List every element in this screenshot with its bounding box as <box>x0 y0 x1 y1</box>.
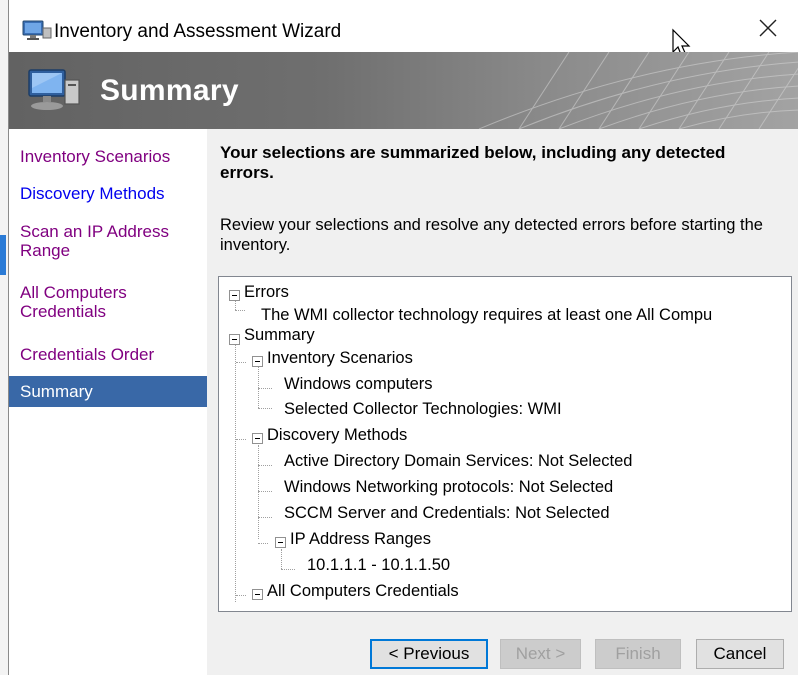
wizard-steps-sidebar: Inventory Scenarios Discovery Methods Sc… <box>9 129 207 675</box>
tree-node-windows-computers[interactable]: Windows computers <box>284 373 433 395</box>
all-computers-credentials-collapse-toggle[interactable] <box>252 589 263 600</box>
discovery-methods-collapse-toggle[interactable] <box>252 433 263 444</box>
tree-node-errors[interactable]: Errors <box>244 281 289 303</box>
sidebar-item-summary[interactable]: Summary <box>9 376 207 407</box>
next-button[interactable]: Next > <box>500 639 581 669</box>
tree-node-error-item[interactable]: The WMI collector technology requires at… <box>261 304 712 326</box>
inventory-scenarios-collapse-toggle[interactable] <box>252 356 263 367</box>
wizard-window: Inventory and Assessment Wizard Summary … <box>8 0 798 675</box>
tree-node-ad-domain-services[interactable]: Active Directory Domain Services: Not Se… <box>284 450 632 472</box>
ip-ranges-collapse-toggle[interactable] <box>275 537 286 548</box>
tree-node-all-computers-credentials[interactable]: All Computers Credentials <box>267 580 459 602</box>
tree-node-collector-technologies[interactable]: Selected Collector Technologies: WMI <box>284 398 562 420</box>
sidebar-item-credentials-order[interactable]: Credentials Order <box>9 341 207 368</box>
background-window-fragment <box>0 235 6 275</box>
previous-button[interactable]: < Previous <box>370 639 488 669</box>
tree-node-summary[interactable]: Summary <box>244 324 315 346</box>
close-icon[interactable] <box>757 17 779 39</box>
banner-title: Summary <box>100 74 239 107</box>
page-description: Review your selections and resolve any d… <box>220 216 763 254</box>
window-title: Inventory and Assessment Wizard <box>54 21 342 42</box>
banner-decoration <box>478 52 798 129</box>
page-heading: Your selections are summarized below, in… <box>220 143 726 182</box>
summary-panel: Your selections are summarized below, in… <box>207 129 798 675</box>
summary-tree[interactable]: Errors The WMI collector technology requ… <box>218 276 792 612</box>
finish-button[interactable]: Finish <box>595 639 681 669</box>
tree-node-sccm-server[interactable]: SCCM Server and Credentials: Not Selecte… <box>284 502 610 524</box>
tree-node-discovery-methods[interactable]: Discovery Methods <box>267 424 407 446</box>
errors-collapse-toggle[interactable] <box>229 290 240 301</box>
sidebar-item-scan-ip-range[interactable]: Scan an IP Address Range <box>9 218 207 264</box>
computer-monitor-icon <box>22 20 52 40</box>
sidebar-item-discovery-methods[interactable]: Discovery Methods <box>9 180 207 207</box>
tree-node-ip-address-ranges[interactable]: IP Address Ranges <box>290 528 431 550</box>
sidebar-item-all-computers-credentials[interactable]: All Computers Credentials <box>9 279 207 325</box>
tree-node-inventory-scenarios[interactable]: Inventory Scenarios <box>267 347 413 369</box>
summary-collapse-toggle[interactable] <box>229 334 240 345</box>
cancel-button[interactable]: Cancel <box>696 639 784 669</box>
wizard-banner: Summary <box>9 52 798 129</box>
sidebar-item-inventory-scenarios[interactable]: Inventory Scenarios <box>9 143 207 170</box>
computer-monitor-icon <box>28 69 80 110</box>
tree-node-windows-networking[interactable]: Windows Networking protocols: Not Select… <box>284 476 613 498</box>
tree-node-ip-range[interactable]: 10.1.1.1 - 10.1.1.50 <box>307 554 450 576</box>
